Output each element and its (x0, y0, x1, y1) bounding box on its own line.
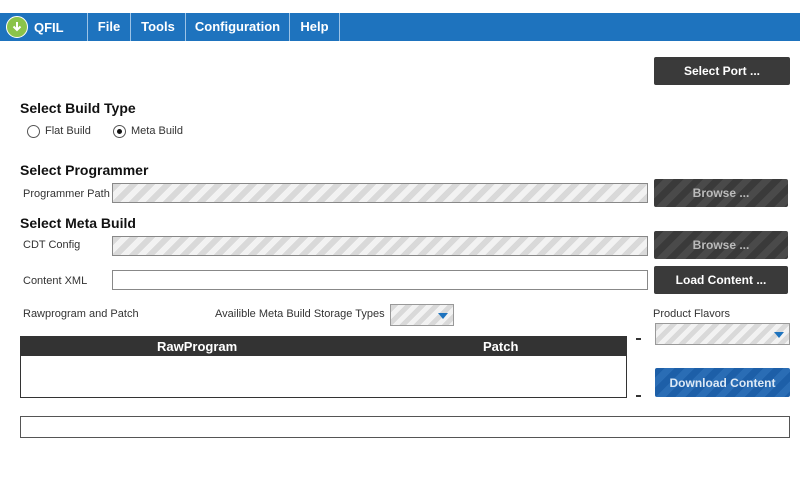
download-content-button[interactable]: Download Content (655, 368, 790, 397)
chevron-down-icon (774, 332, 784, 338)
chevron-down-icon (438, 313, 448, 319)
cdt-config-field[interactable] (112, 236, 648, 256)
flat-build-label: Flat Build (45, 125, 91, 137)
divider-dash (636, 395, 641, 397)
menu-bar: QFIL File Tools Configuration Help (0, 13, 800, 41)
programmer-path-field[interactable] (112, 183, 648, 203)
status-bar (20, 416, 790, 438)
download-arrow-icon (6, 16, 28, 38)
menu-help[interactable]: Help (289, 13, 340, 41)
menu-configuration[interactable]: Configuration (185, 13, 289, 41)
programmer-heading: Select Programmer (20, 162, 149, 178)
storage-types-label: Availible Meta Build Storage Types (215, 308, 385, 320)
build-type-heading: Select Build Type (20, 100, 136, 116)
browse-cdt-button[interactable]: Browse ... (654, 231, 788, 259)
content-xml-label: Content XML (23, 275, 88, 287)
radio-selected-dot (117, 129, 122, 134)
meta-build-radio[interactable] (113, 125, 126, 138)
select-port-button[interactable]: Select Port ... (654, 57, 790, 85)
load-content-button[interactable]: Load Content ... (654, 266, 788, 294)
cdt-config-label: CDT Config (23, 239, 81, 251)
flat-build-radio[interactable] (27, 125, 40, 138)
browse-programmer-button[interactable]: Browse ... (654, 179, 788, 207)
meta-build-label: Meta Build (131, 125, 183, 137)
app-logo: QFIL (6, 14, 86, 40)
rawprogram-label: Rawprogram and Patch (23, 308, 139, 320)
product-flavors-label: Product Flavors (653, 308, 731, 320)
product-flavors-dropdown[interactable] (655, 323, 790, 345)
table-header: RawProgram Patch (21, 337, 626, 356)
content-xml-field[interactable] (112, 270, 648, 290)
column-rawprogram: RawProgram (157, 339, 238, 354)
storage-types-dropdown[interactable] (390, 304, 454, 326)
divider-dash (636, 338, 641, 340)
programmer-path-label: Programmer Path (23, 188, 110, 200)
app-title: QFIL (34, 19, 64, 35)
rawprogram-table[interactable]: RawProgram Patch (20, 336, 627, 398)
menu-tools[interactable]: Tools (130, 13, 185, 41)
column-patch: Patch (483, 339, 519, 354)
menu-file[interactable]: File (87, 13, 130, 41)
meta-build-heading: Select Meta Build (20, 215, 136, 231)
